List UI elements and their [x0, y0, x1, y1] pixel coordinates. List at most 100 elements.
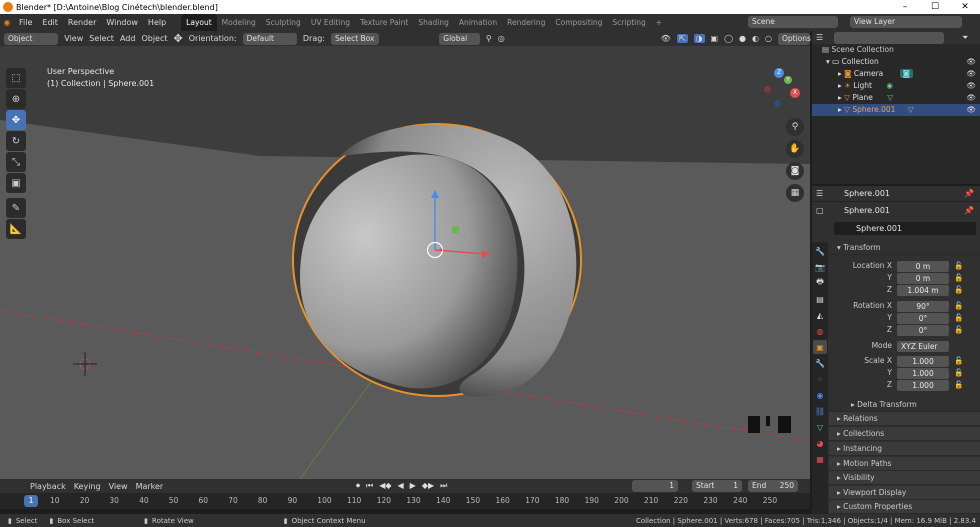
snap-icon[interactable]: ⚲ [486, 34, 492, 43]
measure-tool-icon[interactable]: 📐 [6, 219, 26, 239]
menu-render[interactable]: Render [63, 18, 101, 27]
current-frame-field[interactable]: 1 [632, 480, 678, 492]
lock-icon[interactable]: 🔓 [954, 261, 963, 270]
collections-panel[interactable]: ▸ Collections [829, 427, 980, 441]
pan-hand-icon[interactable]: ✋ [786, 140, 804, 158]
visibility-eye-icon[interactable]: 👁 [966, 92, 976, 104]
gizmo-z-axis[interactable]: Z [774, 68, 784, 78]
options-button[interactable]: Options [777, 32, 811, 45]
keying-menu[interactable]: Keying [74, 482, 101, 491]
visibility-panel[interactable]: ▸ Visibility [829, 471, 980, 485]
scale-y-field[interactable]: 1.000 [897, 368, 949, 379]
scale-tool-icon[interactable]: ⤡ [6, 152, 26, 172]
lock-icon[interactable]: 🔓 [954, 368, 963, 377]
gizmo-toggle-icon[interactable]: ⇱ [676, 34, 688, 43]
outliner-item-sphere[interactable]: ▸ ▽ Sphere.001 ▽ 👁 [812, 104, 980, 116]
lock-icon[interactable]: 🔓 [954, 356, 963, 365]
mesh-data-icon[interactable]: ▽ [887, 93, 893, 102]
expand-icon[interactable]: ▸ [838, 69, 842, 78]
lock-icon[interactable]: 🔓 [954, 301, 963, 310]
camera-data-icon[interactable]: ◙ [899, 69, 913, 78]
move-tool-icon[interactable]: ✥ [6, 110, 26, 130]
properties-editor-icon[interactable]: ☰ [816, 189, 823, 198]
proportional-edit-icon[interactable]: ◎ [498, 34, 505, 43]
render-tab-icon[interactable]: 📷 [813, 260, 827, 274]
instancing-panel[interactable]: ▸ Instancing [829, 442, 980, 456]
tab-uv-editing[interactable]: UV Editing [306, 14, 355, 31]
custom-properties-panel[interactable]: ▸ Custom Properties [829, 500, 980, 514]
gizmo-neg-x[interactable] [764, 86, 771, 93]
minimize-icon[interactable]: – [890, 0, 920, 14]
start-frame-field[interactable]: Start 1 [692, 480, 742, 492]
particles-tab-icon[interactable]: ⁘ [813, 372, 827, 386]
overlay-toggle-icon[interactable]: ◑ [693, 34, 705, 43]
visibility-icon[interactable]: 👁 [661, 34, 671, 43]
visibility-eye-icon[interactable]: 👁 [966, 104, 976, 116]
object-tab-icon[interactable]: ▢ [816, 206, 824, 215]
tab-scripting[interactable]: Scripting [607, 14, 650, 31]
lock-icon[interactable]: 🔓 [954, 273, 963, 282]
outliner-editor-icon[interactable]: ☰ [816, 33, 823, 42]
end-frame-field[interactable]: End 250 [748, 480, 798, 492]
viewport-display-panel[interactable]: ▸ Viewport Display [829, 486, 980, 500]
tab-rendering[interactable]: Rendering [502, 14, 550, 31]
record-icon[interactable]: ⏺ [356, 481, 360, 491]
object-name-field[interactable]: Sphere.001 [834, 222, 976, 235]
tab-compositing[interactable]: Compositing [550, 14, 607, 31]
motion-paths-panel[interactable]: ▸ Motion Paths [829, 457, 980, 471]
lock-icon[interactable]: 🔓 [954, 325, 963, 334]
outliner-item-camera[interactable]: ▸ ◙ Camera ◙ 👁 [812, 68, 980, 80]
menu-edit[interactable]: Edit [37, 18, 63, 27]
transform-orientation-selector[interactable]: Global [439, 32, 480, 45]
rotation-mode-selector[interactable]: XYZ Euler [897, 341, 949, 352]
tab-sculpting[interactable]: Sculpting [261, 14, 306, 31]
mesh-data-tab-icon[interactable]: ▽ [813, 420, 827, 434]
camera-view-icon[interactable]: ◙ [786, 162, 804, 180]
maximize-icon[interactable]: ☐ [920, 0, 950, 14]
modifier-tab-icon[interactable]: 🔧 [813, 356, 827, 370]
view-layer-tab-icon[interactable]: ▤ [813, 292, 827, 306]
lock-icon[interactable]: 🔓 [954, 285, 963, 294]
expand-icon[interactable]: ▾ [826, 57, 830, 66]
scale-z-field[interactable]: 1.000 [897, 380, 949, 391]
prev-keyframe-icon[interactable]: ◀◆ [379, 481, 391, 491]
expand-icon[interactable]: ▸ [838, 81, 842, 90]
3d-viewport[interactable]: User Perspective (1) Collection | Sphere… [0, 46, 810, 479]
pin-icon[interactable]: 📌 [964, 206, 974, 215]
lock-icon[interactable]: 🔓 [954, 380, 963, 389]
pin-icon[interactable]: 📌 [964, 189, 974, 198]
timeline-ruler[interactable]: 1 10 20 30 40 50 60 70 80 90 100 110 120 130 140 150 16… [0, 493, 810, 509]
output-tab-icon[interactable]: 🖶 [813, 276, 827, 290]
scene-selector[interactable]: Scene [748, 16, 838, 28]
drag-selector[interactable]: Select Box [331, 32, 380, 45]
shading-solid-icon[interactable]: ● [739, 34, 746, 43]
gizmo-y-axis[interactable]: Y [784, 76, 792, 84]
location-x-field[interactable]: 0 m [897, 261, 949, 272]
lock-icon[interactable]: 🔓 [954, 313, 963, 322]
visibility-eye-icon[interactable]: 👁 [966, 56, 976, 68]
material-tab-icon[interactable]: ◕ [813, 436, 827, 450]
expand-icon[interactable]: ▸ [838, 93, 842, 102]
playback-menu[interactable]: Playback [30, 482, 66, 491]
transform-panel-header[interactable]: ▾ Transform [829, 241, 980, 255]
select-menu[interactable]: Select [89, 34, 114, 43]
gizmo-neg-z[interactable] [774, 100, 781, 107]
marker-menu[interactable]: Marker [136, 482, 164, 491]
tab-shading[interactable]: Shading [413, 14, 453, 31]
tab-texture-paint[interactable]: Texture Paint [355, 14, 413, 31]
rotate-tool-icon[interactable]: ↻ [6, 131, 26, 151]
playhead[interactable]: 1 [24, 495, 38, 507]
navigation-gizmo[interactable]: Z X Y [754, 66, 804, 116]
tab-layout[interactable]: Layout [181, 14, 217, 31]
world-tab-icon[interactable]: ◍ [813, 324, 827, 338]
scene-collection-row[interactable]: ▤ Scene Collection [812, 44, 980, 56]
orientation-selector[interactable]: Default [242, 32, 297, 45]
next-keyframe-icon[interactable]: ◆▶ [422, 481, 434, 491]
rotation-z-field[interactable]: 0° [897, 325, 949, 336]
physics-tab-icon[interactable]: ◉ [813, 388, 827, 402]
add-workspace-button[interactable]: + [651, 14, 667, 31]
gizmo-y-handle[interactable] [452, 226, 459, 233]
object-properties-tab-icon[interactable]: ▣ [813, 340, 827, 354]
annotate-tool-icon[interactable]: ✎ [6, 198, 26, 218]
shading-material-icon[interactable]: ◐ [752, 34, 759, 43]
